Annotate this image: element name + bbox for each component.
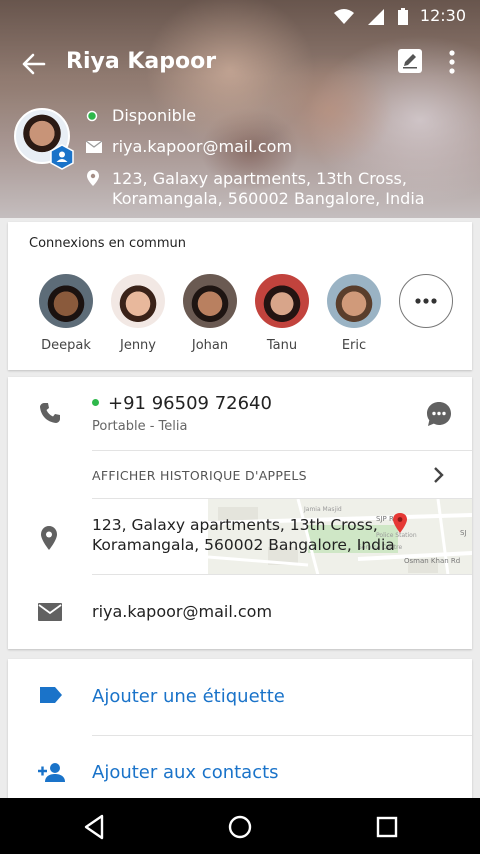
chevron-right-icon [434,467,444,483]
online-dot-icon [92,399,99,406]
phone-icon [40,403,60,423]
wifi-icon [334,8,354,24]
add-label-row[interactable]: Ajouter une étiquette [8,659,472,735]
page-title: Riya Kapoor [66,49,217,74]
phone-row[interactable]: +91 96509 72640 Portable - Telia [8,377,472,451]
system-nav-bar [0,798,480,854]
add-label-button: Ajouter une étiquette [92,686,285,707]
more-connections-button[interactable] [399,274,453,328]
connection-item[interactable]: Tanu [246,274,318,353]
connection-more[interactable] [390,274,462,353]
call-history-row[interactable]: AFFICHER HISTORIQUE D'APPELS [8,451,472,499]
edit-button[interactable] [398,49,422,73]
add-to-contacts-button: Ajouter aux contacts [92,762,279,783]
connections-card: Connexions en commun Deepak Jenny Johan … [8,222,472,370]
location-pin-icon [86,169,102,193]
battery-icon [398,8,408,25]
avatar [111,274,165,328]
connection-name: Deepak [41,338,91,353]
avatar [183,274,237,328]
profile-email-row[interactable]: riya.kapoor@mail.com [85,137,293,161]
email-row[interactable]: riya.kapoor@mail.com [8,575,472,649]
map-label: SJ [460,529,467,537]
nav-back-icon[interactable] [80,812,110,842]
profile-address: 123, Galaxy apartments, 13th Cross, Koram… [112,169,425,208]
profile-address-row[interactable]: 123, Galaxy apartments, 13th Cross, Koram… [86,169,425,209]
online-dot-icon [86,106,102,130]
avatar [255,274,309,328]
connection-item[interactable]: Eric [318,274,390,353]
profile-email: riya.kapoor@mail.com [112,137,293,156]
back-arrow-icon[interactable] [18,50,48,78]
nav-home-icon[interactable] [225,812,255,842]
signal-icon [368,8,384,25]
profile-status-row: Disponible [86,106,196,130]
more-horiz-icon [415,298,437,304]
edit-icon [403,54,417,69]
phone-number: +91 96509 72640 [108,393,272,414]
mail-icon [38,603,62,621]
contact-email: riya.kapoor@mail.com [92,602,273,621]
avatar [327,274,381,328]
mail-icon [85,137,103,161]
call-history-link: AFFICHER HISTORIQUE D'APPELS [92,468,307,483]
connection-item[interactable]: Johan [174,274,246,353]
contact-details-card: +91 96509 72640 Portable - Telia AFFICHE… [8,377,472,649]
more-vert-icon[interactable] [440,46,464,78]
phone-type: Portable - Telia [92,419,188,434]
connections-list: Deepak Jenny Johan Tanu Eric [30,274,462,353]
map-label: Jamia Masjid [303,506,342,513]
connection-item[interactable]: Deepak [30,274,102,353]
connection-name: Jenny [119,338,156,353]
location-pin-icon [41,526,57,550]
connection-item[interactable]: Jenny [102,274,174,353]
label-icon [40,687,62,703]
map-label: Osman Khan Rd [404,557,460,565]
connection-name: Johan [191,338,229,353]
contact-badge-icon [50,144,74,170]
nav-recents-icon[interactable] [372,812,402,842]
status-bar: 12:30 [0,0,480,32]
person-add-icon [38,763,65,782]
status-time: 12:30 [419,6,466,25]
contact-address: 123, Galaxy apartments, 13th Cross, Koram… [92,516,395,554]
actions-card: Ajouter une étiquette Ajouter aux contac… [8,659,472,799]
avatar [39,274,93,328]
message-bubble-icon[interactable] [426,401,452,427]
address-row[interactable]: SJP Road Osman Khan Rd Jamia Masjid Poli… [8,499,472,575]
profile-status: Disponible [112,106,197,125]
connection-name: Tanu [266,338,298,353]
app-bar: Riya Kapoor [0,36,480,92]
connection-name: Eric [341,338,367,353]
connections-title: Connexions en commun [29,236,186,251]
